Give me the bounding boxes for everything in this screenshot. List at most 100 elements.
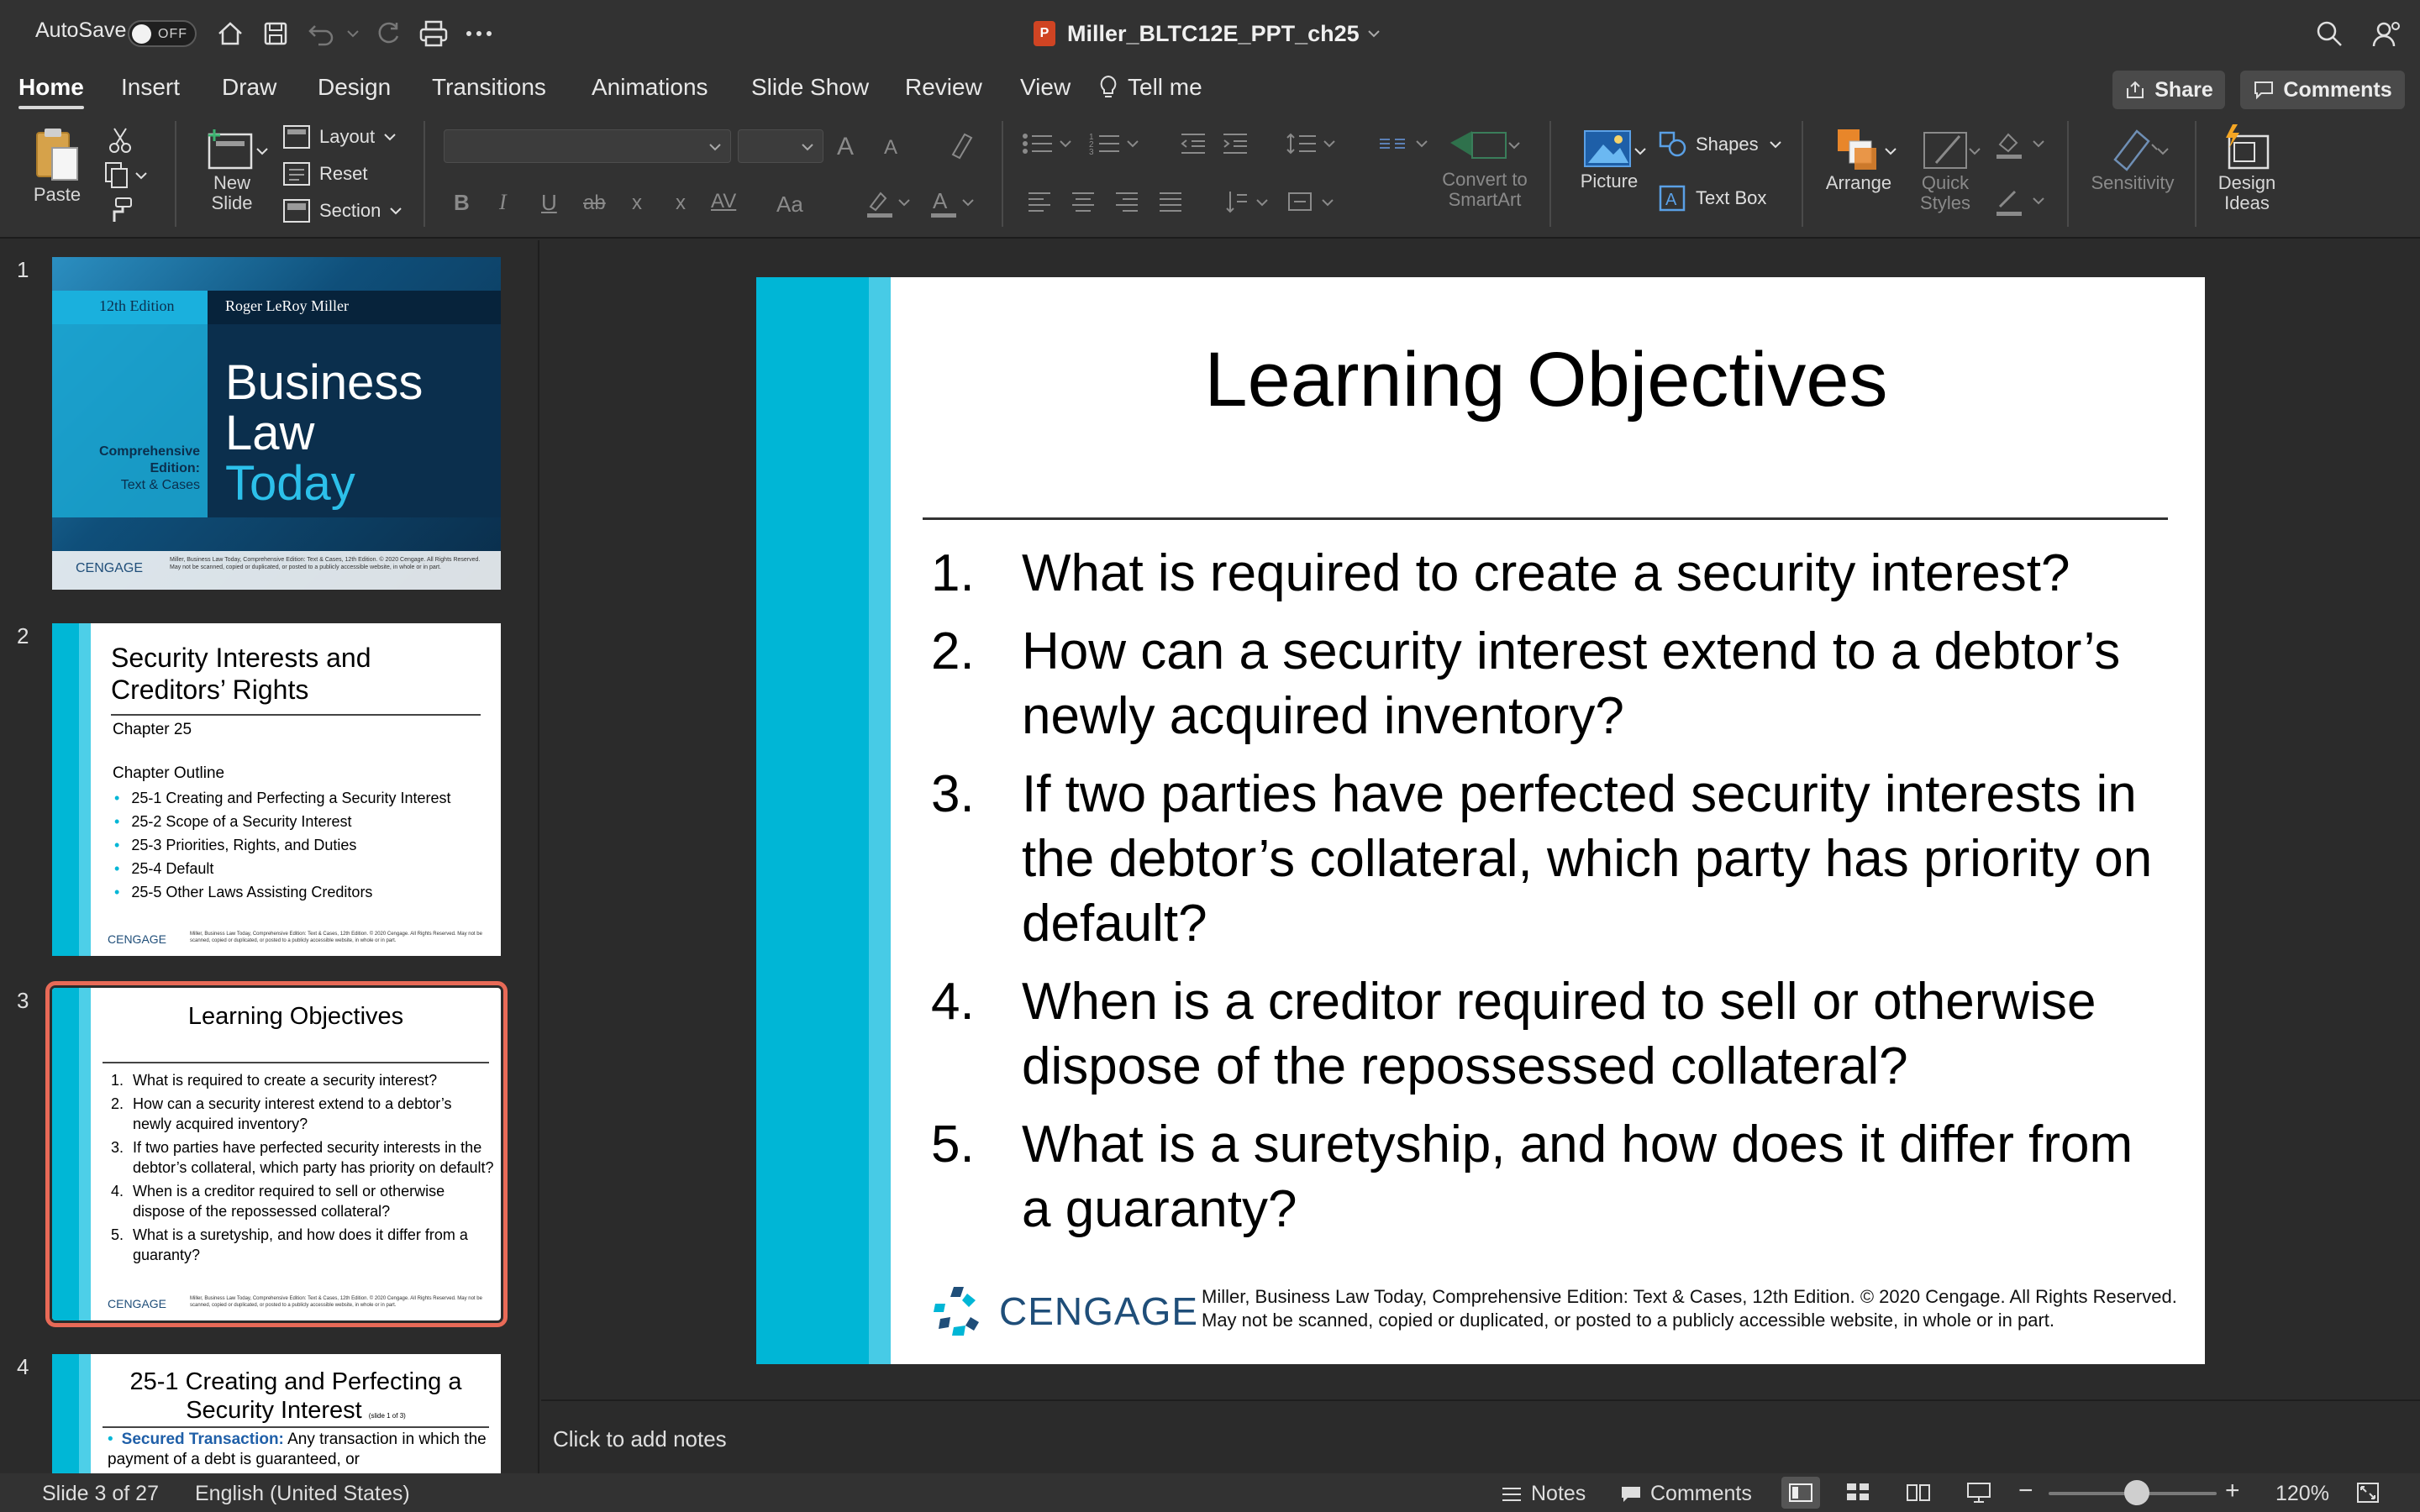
notes-toggle-button[interactable]: Notes xyxy=(1501,1482,1586,1506)
tab-slide-show[interactable]: Slide Show xyxy=(751,74,869,101)
zoom-slider-thumb[interactable] xyxy=(2124,1480,2149,1505)
zoom-in-button[interactable]: + xyxy=(2225,1477,2240,1505)
decrease-indent-icon[interactable] xyxy=(1180,131,1207,156)
new-slide-button[interactable]: New Slide xyxy=(192,126,272,213)
tab-insert[interactable]: Insert xyxy=(121,74,180,101)
line-spacing-icon[interactable] xyxy=(1286,131,1339,156)
shape-fill-icon[interactable] xyxy=(1993,129,2049,160)
thumbnail-slide-4[interactable]: 25-1 Creating and Perfecting a Security … xyxy=(52,1354,501,1473)
font-size-dropdown[interactable] xyxy=(738,129,823,163)
copy-icon[interactable] xyxy=(104,161,148,190)
tab-animations[interactable]: Animations xyxy=(592,74,708,101)
shape-outline-icon[interactable] xyxy=(1993,186,2049,217)
italic-button[interactable]: I xyxy=(499,190,507,215)
zoom-level[interactable]: 120% xyxy=(2275,1482,2329,1506)
more-icon[interactable] xyxy=(462,17,496,50)
home-icon[interactable] xyxy=(213,17,247,50)
account-icon[interactable] xyxy=(2370,17,2403,50)
numbering-icon[interactable]: 123 xyxy=(1089,131,1143,156)
search-icon[interactable] xyxy=(2312,17,2346,50)
current-slide[interactable]: Learning Objectives 1. What is required t… xyxy=(756,277,2205,1364)
character-spacing-button[interactable]: AV xyxy=(711,190,736,213)
design-ideas-button[interactable]: Design Ideas xyxy=(2210,123,2284,213)
reset-button[interactable]: Reset xyxy=(282,161,367,186)
slide-title[interactable]: Learning Objectives xyxy=(924,336,2168,424)
quick-styles-dropdown-icon[interactable] xyxy=(1968,146,1981,156)
tab-transitions[interactable]: Transitions xyxy=(432,74,546,101)
separator xyxy=(1002,121,1003,227)
font-name-dropdown[interactable] xyxy=(444,129,731,163)
new-slide-dropdown-icon[interactable] xyxy=(255,146,269,156)
font-color-icon[interactable]: A xyxy=(929,188,976,218)
redo-icon[interactable] xyxy=(371,17,405,50)
comments-button[interactable]: Comments xyxy=(2240,71,2405,109)
thumb-outline-label: Chapter Outline xyxy=(113,764,225,782)
increase-indent-icon[interactable] xyxy=(1222,131,1249,156)
columns-icon[interactable] xyxy=(1378,131,1432,156)
autosave-toggle[interactable]: OFF xyxy=(128,20,197,47)
bold-button[interactable]: B xyxy=(454,190,470,216)
tab-design[interactable]: Design xyxy=(318,74,391,101)
align-text-icon[interactable] xyxy=(1286,188,1338,215)
language-indicator[interactable]: English (United States) xyxy=(195,1482,410,1506)
subscript-button[interactable]: x xyxy=(676,192,686,215)
bullets-icon[interactable] xyxy=(1022,131,1076,156)
design-ideas-label: Design Ideas xyxy=(2217,172,2276,213)
normal-view-button[interactable] xyxy=(1781,1477,1820,1509)
slide-show-button[interactable] xyxy=(1966,1482,1991,1504)
print-icon[interactable] xyxy=(417,17,450,50)
fit-to-window-button[interactable] xyxy=(2356,1482,2380,1504)
layout-button[interactable]: Layout xyxy=(282,124,397,150)
paste-button[interactable]: Paste xyxy=(22,126,92,205)
thumbnail-slide-1[interactable]: 12th Edition Roger LeRoy Miller Business… xyxy=(52,257,501,590)
text-direction-icon[interactable] xyxy=(1223,188,1270,215)
underline-button[interactable]: U xyxy=(541,190,557,216)
align-left-icon[interactable] xyxy=(1027,190,1052,213)
arrange-dropdown-icon[interactable] xyxy=(1884,146,1897,156)
section-button[interactable]: Section xyxy=(282,198,402,223)
justify-icon[interactable] xyxy=(1158,190,1183,213)
zoom-out-button[interactable]: − xyxy=(2018,1477,2033,1505)
decrease-font-size-button[interactable]: A xyxy=(884,136,897,160)
arrange-button[interactable]: Arrange xyxy=(1818,126,1899,193)
tab-home[interactable]: Home xyxy=(18,74,84,109)
share-button[interactable]: Share xyxy=(2112,71,2225,109)
convert-to-smartart-button[interactable]: Convert to SmartArt xyxy=(1430,123,1539,210)
thumbnail-slide-3[interactable]: Learning Objectives 1. What is required t… xyxy=(45,981,508,1327)
increase-font-size-button[interactable]: A xyxy=(837,133,854,161)
picture-dropdown-icon[interactable] xyxy=(1634,146,1647,156)
shapes-button[interactable]: Shapes xyxy=(1659,131,1782,158)
undo-dropdown-icon[interactable] xyxy=(343,17,363,50)
thumbnail-slide-2[interactable]: Security Interests and Creditors’ Rights… xyxy=(52,623,501,956)
notes-placeholder[interactable]: Click to add notes xyxy=(553,1426,727,1452)
change-case-button[interactable]: Aa xyxy=(776,192,803,218)
reading-view-button[interactable] xyxy=(1906,1482,1931,1502)
notes-pane[interactable]: Click to add notes xyxy=(541,1399,2420,1473)
tab-draw[interactable]: Draw xyxy=(222,74,276,101)
quick-styles-button[interactable]: Quick Styles xyxy=(1907,126,1983,213)
thumb-title-text: 25-1 Creating and Perfecting a Security … xyxy=(129,1368,462,1424)
tell-me[interactable]: Tell me xyxy=(1099,74,1202,101)
align-center-icon[interactable] xyxy=(1071,190,1096,213)
document-title[interactable]: P Miller_BLTC12E_PPT_ch25 xyxy=(1034,17,1381,50)
objectives-list[interactable]: 1. What is required to create a security … xyxy=(931,541,2175,1255)
align-right-icon[interactable] xyxy=(1114,190,1139,213)
highlight-color-icon[interactable] xyxy=(865,188,913,218)
cut-icon[interactable] xyxy=(108,126,133,155)
text-box-button[interactable]: A Text Box xyxy=(1659,185,1766,212)
comments-toggle-button[interactable]: Comments xyxy=(1620,1482,1752,1506)
picture-button[interactable]: Picture xyxy=(1571,128,1647,192)
sensitivity-button[interactable]: Sensitivity xyxy=(2082,126,2183,193)
format-painter-icon[interactable] xyxy=(106,197,133,225)
clear-formatting-icon[interactable] xyxy=(948,131,976,160)
undo-icon[interactable] xyxy=(304,17,338,50)
sensitivity-icon xyxy=(2113,129,2158,171)
superscript-button[interactable]: x xyxy=(632,192,642,215)
slide-sorter-button[interactable] xyxy=(1845,1482,1870,1502)
tab-review[interactable]: Review xyxy=(905,74,982,101)
tab-view[interactable]: View xyxy=(1020,74,1071,101)
slide-thumbnail-pane[interactable]: 1 12th Edition Roger LeRoy Miller Busine… xyxy=(0,240,539,1473)
save-icon[interactable] xyxy=(259,17,292,50)
sensitivity-dropdown-icon[interactable] xyxy=(2156,146,2170,156)
strikethrough-button[interactable]: ab xyxy=(583,192,606,215)
